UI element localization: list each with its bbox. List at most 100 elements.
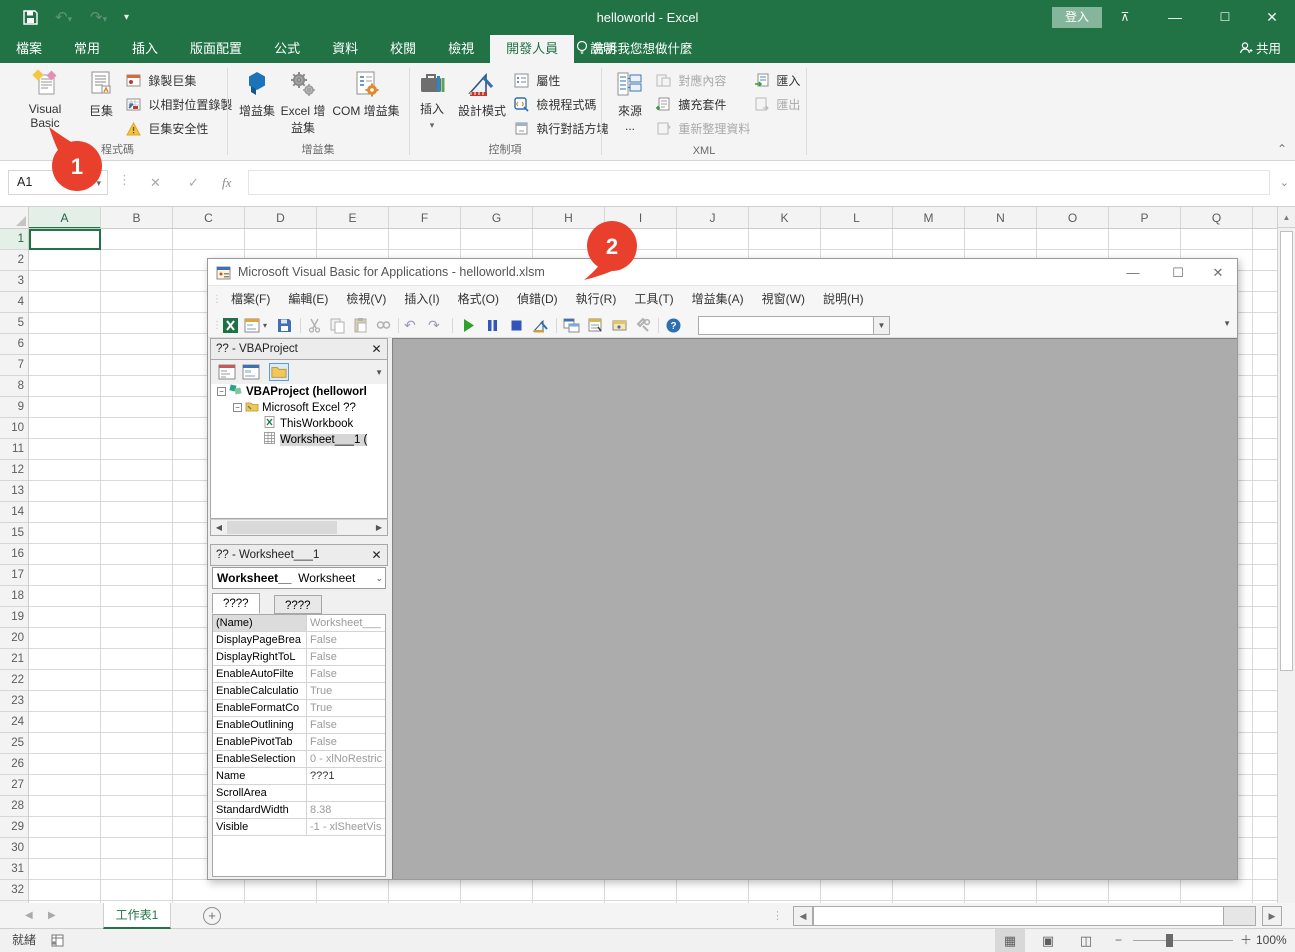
ribbon-tab[interactable]: 校閱 [374, 35, 432, 63]
row-header[interactable]: 18 [0, 586, 29, 607]
expansion-packs-button[interactable]: 擴充套件 [656, 94, 726, 116]
property-row[interactable]: EnableAutoFilteFalse [213, 666, 385, 683]
project-tree-item[interactable]: −Microsoft Excel ?? [211, 400, 387, 416]
property-row[interactable]: EnableOutliningFalse [213, 717, 385, 734]
row-header[interactable]: 11 [0, 439, 29, 460]
view-page-layout-icon[interactable]: ▣ [1033, 929, 1063, 952]
cancel-icon[interactable]: ✕ [150, 170, 161, 195]
share-button[interactable]: 共用 [1239, 35, 1282, 63]
next-sheet-icon[interactable]: ▶ [48, 903, 56, 929]
column-header[interactable]: J [677, 207, 749, 229]
hscroll-right-icon[interactable]: ▶ [1262, 906, 1282, 926]
property-row[interactable]: ScrollArea [213, 785, 385, 802]
vba-menu-item[interactable]: 偵錯(D) [508, 286, 567, 313]
add-sheet-icon[interactable]: + [203, 907, 221, 925]
column-header[interactable]: C [173, 207, 245, 229]
ribbon-tab[interactable]: 公式 [258, 35, 316, 63]
row-header[interactable]: 23 [0, 691, 29, 712]
row-header[interactable]: 4 [0, 292, 29, 313]
vba-minimize-button[interactable]: — [1119, 259, 1147, 286]
import-button[interactable]: 匯入 [754, 70, 800, 92]
vba-menu-item[interactable]: 插入(I) [395, 286, 448, 313]
row-header[interactable]: 20 [0, 628, 29, 649]
column-header[interactable]: N [965, 207, 1037, 229]
select-all-corner[interactable] [0, 207, 29, 229]
name-box[interactable]: A1 ▾ [8, 170, 108, 195]
view-code-icon[interactable] [217, 363, 237, 381]
insert-userform-icon[interactable] [244, 317, 261, 334]
column-header[interactable]: F [389, 207, 461, 229]
property-row[interactable]: EnableFormatCoTrue [213, 700, 385, 717]
column-header[interactable]: O [1037, 207, 1109, 229]
property-row[interactable]: EnablePivotTabFalse [213, 734, 385, 751]
row-header[interactable]: 32 [0, 880, 29, 901]
property-row[interactable]: Name???1 [213, 768, 385, 785]
row-header[interactable]: 13 [0, 481, 29, 502]
zoom-level[interactable]: 100% [1256, 929, 1287, 952]
row-header[interactable]: 5 [0, 313, 29, 334]
hscroll-left-icon[interactable]: ◀ [793, 906, 813, 926]
project-tree-item[interactable]: −VBAProject (helloworl [211, 384, 387, 400]
vba-menu-item[interactable]: 格式(O) [449, 286, 508, 313]
zoom-slider-track[interactable] [1133, 940, 1233, 941]
row-header[interactable]: 28 [0, 796, 29, 817]
enter-icon[interactable]: ✓ [188, 170, 199, 195]
row-header[interactable]: 22 [0, 670, 29, 691]
tab-alphabetic[interactable]: ???? [212, 593, 260, 614]
column-header[interactable]: P [1109, 207, 1181, 229]
addins-button[interactable]: 增益集 [236, 67, 278, 119]
insert-object-caret-icon[interactable]: ▾ [263, 321, 267, 330]
horizontal-scroll-thumb[interactable] [814, 907, 1224, 925]
project-horizontal-scrollbar[interactable]: ◀ ▶ [210, 519, 388, 536]
object-browser-icon[interactable] [611, 317, 628, 334]
column-header[interactable]: G [461, 207, 533, 229]
vba-close-button[interactable]: ✕ [1204, 259, 1232, 286]
column-header[interactable]: M [893, 207, 965, 229]
insert-function-icon[interactable]: fx [222, 170, 231, 195]
ribbon-tab[interactable]: 常用 [58, 35, 116, 63]
ribbon-tab[interactable]: 開發人員 [490, 35, 574, 63]
object-selector[interactable]: Worksheet__ Worksheet ⌄ [212, 567, 386, 589]
zoom-in-icon[interactable]: ＋ [1240, 929, 1252, 952]
project-panel-close-icon[interactable]: ✕ [368, 341, 385, 357]
view-object-icon[interactable] [241, 363, 261, 381]
properties-button[interactable]: 屬性 [514, 70, 560, 92]
row-header[interactable]: 16 [0, 544, 29, 565]
macro-security-button[interactable]: 巨集安全性 [126, 118, 208, 140]
run-dialog-button[interactable]: 執行對話方塊 [514, 118, 608, 140]
record-macro-button[interactable]: 錄製巨集 [126, 70, 196, 92]
property-row[interactable]: Visible-1 - xlSheetVis [213, 819, 385, 836]
column-header[interactable]: A [29, 207, 101, 229]
vba-menu-item[interactable]: 檔案(F) [222, 286, 279, 313]
scroll-left-icon[interactable]: ◀ [211, 520, 227, 535]
row-header[interactable]: 1 [0, 229, 29, 250]
property-row[interactable]: DisplayRightToLFalse [213, 649, 385, 666]
zoom-slider-thumb[interactable] [1166, 934, 1173, 947]
toolbar-options-caret-icon[interactable]: ▼ [1223, 319, 1231, 328]
ribbon-display-options-icon[interactable]: ⊼ [1110, 0, 1140, 35]
macro-record-icon[interactable] [50, 933, 65, 948]
row-header[interactable]: 26 [0, 754, 29, 775]
relative-references-button[interactable]: 以相對位置錄製 [126, 94, 232, 116]
vba-maximize-button[interactable]: ☐ [1164, 259, 1192, 286]
expand-formula-bar-icon[interactable]: ⌄ [1280, 176, 1289, 189]
property-row[interactable]: StandardWidth8.38 [213, 802, 385, 819]
row-header[interactable]: 25 [0, 733, 29, 754]
design-mode-button[interactable]: 設計模式 [454, 67, 510, 119]
view-normal-icon[interactable]: ▦ [995, 929, 1025, 952]
formula-input[interactable] [248, 170, 1270, 195]
tree-expander-icon[interactable]: − [217, 387, 226, 396]
row-header[interactable]: 8 [0, 376, 29, 397]
column-header[interactable]: E [317, 207, 389, 229]
com-addins-button[interactable]: COM 增益集 [328, 67, 404, 119]
row-headers[interactable]: 1234567891011121314151617181920212223242… [0, 229, 29, 903]
property-row[interactable]: EnableCalculatioTrue [213, 683, 385, 700]
help-icon[interactable]: ? [665, 317, 682, 334]
maximize-button[interactable]: ☐ [1210, 0, 1240, 35]
splitter-dots[interactable]: ⋮ [772, 903, 782, 929]
column-header[interactable]: K [749, 207, 821, 229]
project-tree[interactable]: −VBAProject (helloworl−Microsoft Excel ?… [210, 384, 388, 519]
column-header[interactable]: D [245, 207, 317, 229]
property-row[interactable]: (Name)Worksheet___ [213, 615, 385, 632]
row-header[interactable]: 29 [0, 817, 29, 838]
